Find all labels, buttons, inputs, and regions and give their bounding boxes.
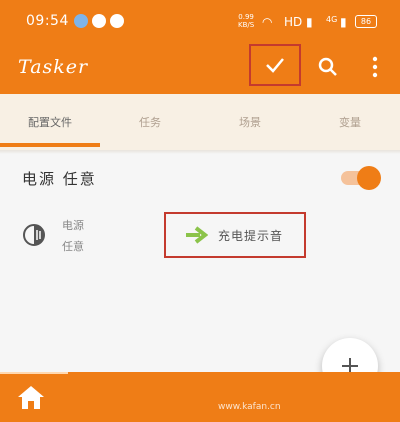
app-title: Tasker bbox=[18, 56, 89, 78]
battery-context-icon[interactable] bbox=[22, 223, 46, 251]
bottom-bar: www.kafan.cn bbox=[0, 372, 400, 422]
tab-variables[interactable]: 变量 bbox=[300, 94, 400, 150]
check-icon bbox=[266, 58, 284, 73]
home-icon bbox=[18, 386, 44, 409]
more-vert-icon bbox=[372, 56, 378, 78]
notification-icon bbox=[92, 14, 106, 28]
bottom-progress-line bbox=[0, 372, 68, 374]
linked-task[interactable]: 充电提示音 bbox=[164, 212, 306, 258]
profile-toggle[interactable] bbox=[341, 166, 381, 190]
network-speed-value: 0.99 bbox=[238, 13, 254, 21]
notification-icon bbox=[74, 14, 88, 28]
app-toolbar: Tasker bbox=[0, 44, 400, 94]
watermark: www.kafan.cn bbox=[218, 402, 281, 412]
search-icon bbox=[318, 57, 337, 76]
tab-bar: 配置文件 任务 场景 变量 bbox=[0, 94, 400, 150]
cellular-signal-icon: ▮ bbox=[306, 15, 313, 29]
status-time: 09:54 bbox=[26, 13, 69, 29]
status-bar: 09:54 0.99 KB/S ◠ HD ▮ 4G ▮ 86 bbox=[0, 0, 400, 44]
profile-name[interactable]: 电源 任意 bbox=[22, 168, 97, 189]
tab-profiles[interactable]: 配置文件 bbox=[0, 94, 100, 150]
cellular-signal-icon: ▮ bbox=[340, 15, 347, 29]
network-type: HD bbox=[284, 15, 303, 29]
arrow-right-icon bbox=[184, 225, 209, 249]
cellular-type: 4G bbox=[326, 15, 338, 24]
wifi-icon: ◠ bbox=[262, 15, 273, 29]
tab-scenes[interactable]: 场景 bbox=[200, 94, 300, 150]
context-label-line1: 电源 bbox=[62, 219, 84, 232]
battery-indicator: 86 bbox=[355, 15, 377, 28]
context-label-line2: 任意 bbox=[62, 240, 84, 253]
context-label[interactable]: 电源 任意 bbox=[62, 215, 92, 257]
half-circle-icon bbox=[23, 224, 45, 246]
task-label: 充电提示音 bbox=[218, 229, 284, 243]
home-button[interactable] bbox=[16, 384, 46, 414]
notification-icon bbox=[110, 14, 124, 28]
confirm-button[interactable] bbox=[249, 44, 301, 86]
tab-tasks[interactable]: 任务 bbox=[100, 94, 200, 150]
tab-divider bbox=[0, 150, 400, 154]
search-button[interactable] bbox=[317, 56, 339, 82]
more-options-button[interactable] bbox=[370, 54, 380, 84]
network-speed: 0.99 KB/S bbox=[238, 13, 254, 29]
network-speed-unit: KB/S bbox=[238, 21, 255, 29]
toggle-thumb bbox=[357, 166, 381, 190]
